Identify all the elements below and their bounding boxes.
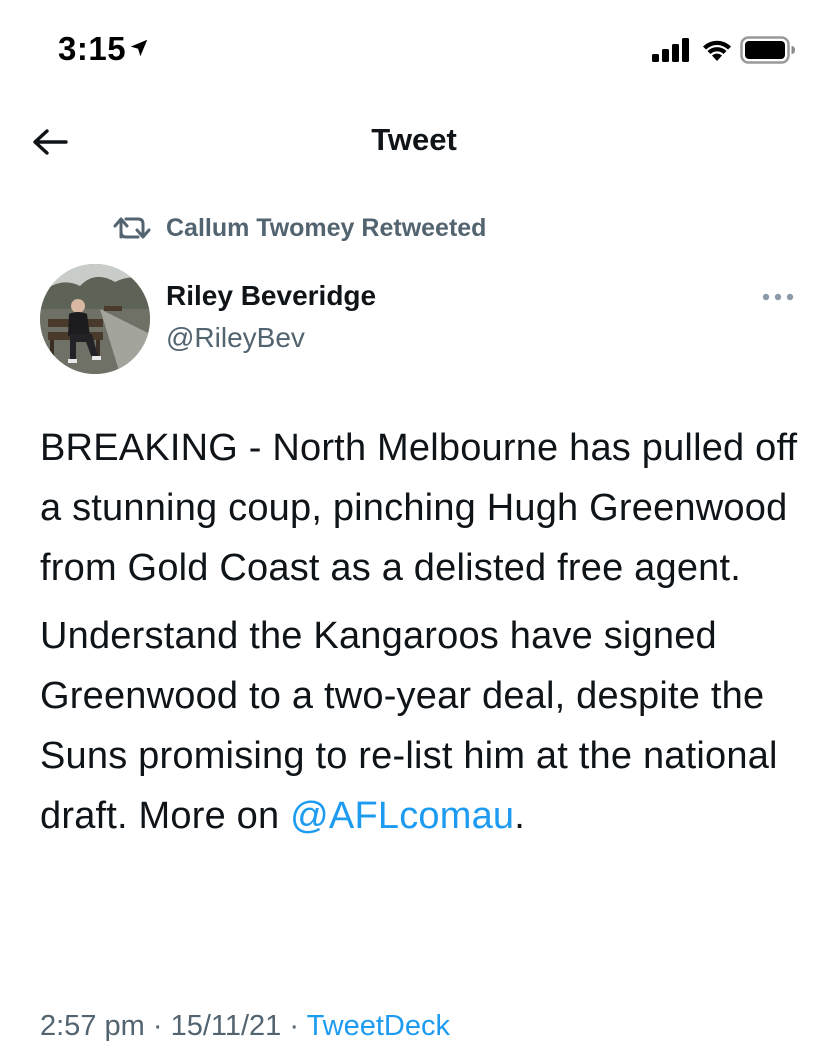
tweet-time: 2:57 pm bbox=[40, 1010, 145, 1042]
wifi-icon bbox=[703, 40, 731, 61]
mention-link[interactable]: @AFLcomau bbox=[290, 795, 514, 837]
avatar-photo bbox=[40, 264, 150, 374]
avatar[interactable] bbox=[40, 264, 150, 374]
retweet-label: Callum Twomey Retweeted bbox=[166, 213, 487, 242]
meta-separator: · bbox=[144, 1010, 171, 1042]
author-handle[interactable]: @RileyBev bbox=[166, 322, 305, 354]
status-bar: 3:15 bbox=[0, 0, 828, 100]
tweet-paragraph: BREAKING - North Melbourne has pulled of… bbox=[40, 427, 798, 589]
page-title: Tweet bbox=[371, 122, 457, 157]
tweet-date: 15/11/21 bbox=[170, 1010, 282, 1042]
tweet-paragraph: Understand the Kangaroos have signed Gre… bbox=[40, 606, 800, 846]
tweet-source-link[interactable]: TweetDeck bbox=[307, 1010, 450, 1042]
author-name[interactable]: Riley Beveridge bbox=[166, 280, 376, 312]
retweet-icon bbox=[113, 217, 151, 239]
more-dots-icon bbox=[762, 293, 794, 301]
tweet-meta: 2:57 pm · 15/11/21 · TweetDeck bbox=[40, 1010, 450, 1043]
nav-header: Tweet bbox=[0, 100, 828, 184]
tweet-paragraph-end: . bbox=[514, 795, 526, 837]
meta-separator: · bbox=[281, 1010, 307, 1042]
more-options-button[interactable] bbox=[756, 282, 800, 312]
retweet-context[interactable]: Callum Twomey Retweeted bbox=[112, 208, 486, 248]
status-time: 3:15 bbox=[58, 30, 127, 67]
tweet-text: BREAKING - North Melbourne has pulled of… bbox=[40, 418, 800, 854]
tweet-detail-screen: 3:15 Tweet Callum Twomey Retweeted Riley… bbox=[0, 0, 828, 1064]
battery-icon bbox=[740, 36, 795, 64]
author-row: Riley Beveridge @RileyBev bbox=[40, 262, 800, 374]
cellular-signal-icon bbox=[652, 38, 689, 62]
location-arrow-icon bbox=[130, 39, 148, 57]
